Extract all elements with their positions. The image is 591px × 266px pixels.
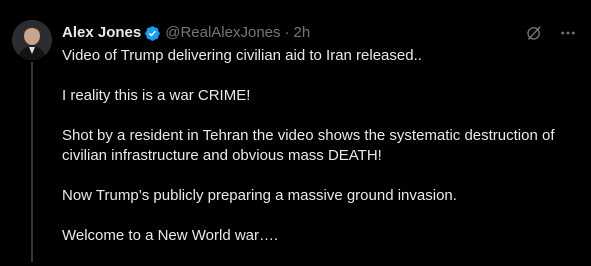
verified-badge-icon[interactable] (144, 25, 161, 42)
post-paragraph: Video of Trump delivering civilian aid t… (62, 47, 422, 64)
post-paragraph: Welcome to a New World war…. (62, 227, 279, 244)
post-actions (525, 24, 577, 42)
post-time[interactable]: 2h (294, 23, 311, 43)
post-paragraph: Now Trump’s publicly preparing a massive… (62, 187, 457, 204)
thread-line (31, 62, 33, 262)
post-text: Video of Trump delivering civilian aid t… (62, 46, 584, 266)
post-paragraph: Shot by a resident in Tehran the video s… (62, 127, 555, 164)
author-name[interactable]: Alex Jones (62, 23, 141, 43)
more-icon[interactable] (559, 24, 577, 42)
post[interactable]: Alex Jones @RealAlexJones · 2h Video of … (0, 0, 591, 262)
avatar[interactable] (12, 20, 52, 60)
author-handle[interactable]: @RealAlexJones (165, 23, 280, 43)
avatar-image (12, 20, 52, 60)
post-paragraph: I reality this is a war CRIME! (62, 87, 251, 104)
grok-icon[interactable] (525, 24, 543, 42)
separator-dot: · (284, 24, 290, 41)
post-header: Alex Jones @RealAlexJones · 2h (62, 23, 310, 43)
